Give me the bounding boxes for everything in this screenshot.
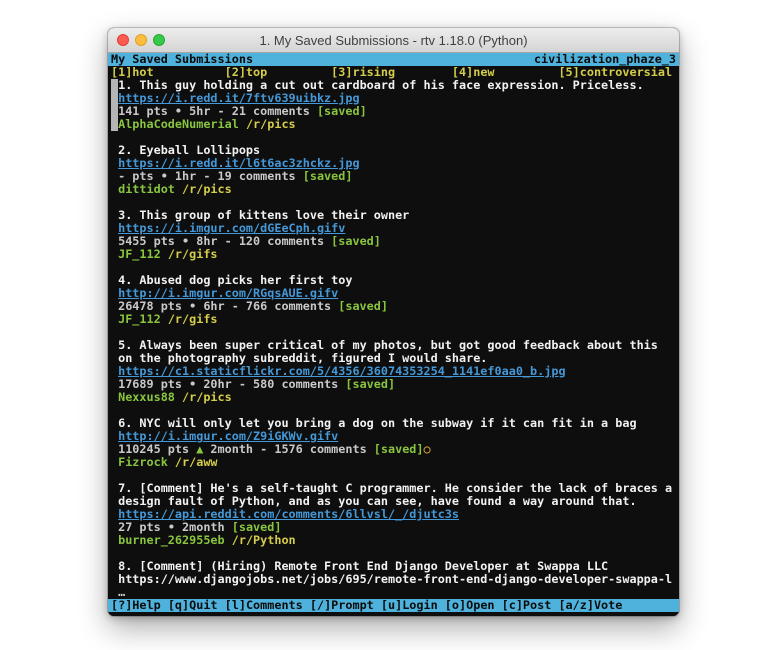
submission-link[interactable]: http://i.imgur.com/Z9iGKWv.gifv: [118, 429, 338, 443]
submission-url-truncated: https://www.djangojobs.net/jobs/695/remo…: [118, 573, 672, 586]
submission-byline: Fizrock/r/aww: [118, 456, 672, 469]
author[interactable]: dittidot: [118, 182, 175, 196]
points: - pts: [118, 169, 154, 183]
submission-byline: JF_112/r/gifs: [118, 313, 672, 326]
author[interactable]: JF_112: [118, 312, 161, 326]
points: 141 pts: [118, 104, 168, 118]
saved-badge: [saved]: [374, 442, 424, 456]
points: 5455 pts: [118, 234, 175, 248]
submission-8[interactable]: 8. [Comment] (Hiring) Remote Front End D…: [111, 560, 672, 599]
author[interactable]: Nexxus88: [118, 390, 175, 404]
traffic-lights: [117, 34, 165, 46]
terminal-window: 1. My Saved Submissions - rtv 1.18.0 (Py…: [108, 28, 679, 616]
upvote-arrow-icon: ▲: [196, 442, 203, 456]
gilded-icon: ○: [424, 442, 431, 456]
submission-byline: AlphaCodeNumerial/r/pics: [118, 118, 672, 131]
window-title: 1. My Saved Submissions - rtv 1.18.0 (Py…: [259, 33, 527, 48]
saved-badge: [saved]: [331, 234, 381, 248]
saved-badge: [saved]: [345, 377, 395, 391]
submission-list: 1. This guy holding a cut out cardboard …: [108, 79, 679, 599]
points: 17689 pts: [118, 377, 182, 391]
subreddit[interactable]: /r/Python: [232, 533, 296, 547]
submission-link[interactable]: https://i.imgur.com/dGEeCph.gifv: [118, 221, 345, 235]
age-comments: 2month - 1576 comments: [210, 442, 366, 456]
separator-icon: •: [168, 520, 175, 534]
age-comments: 6hr - 766 comments: [203, 299, 331, 313]
separator-icon: •: [161, 169, 168, 183]
submission-byline: dittidot/r/pics: [118, 183, 672, 196]
subreddit[interactable]: /r/aww: [175, 455, 218, 469]
submission-link[interactable]: https://c1.staticflickr.com/5/4356/36074…: [118, 364, 565, 378]
saved-badge: [saved]: [338, 299, 388, 313]
submission-1[interactable]: 1. This guy holding a cut out cardboard …: [111, 79, 672, 131]
age-comments: 5hr - 21 comments: [189, 104, 310, 118]
submission-link[interactable]: https://i.redd.it/7ftv639uibkz.jpg: [118, 91, 359, 105]
author[interactable]: Fizrock: [118, 455, 168, 469]
submission-byline: burner_262955eb/r/Python: [118, 534, 672, 547]
saved-badge: [saved]: [317, 104, 367, 118]
submission-title: 5. Always been super critical of my phot…: [118, 339, 672, 365]
author[interactable]: burner_262955eb: [118, 533, 225, 547]
separator-icon: •: [189, 377, 196, 391]
submission-link[interactable]: https://i.redd.it/l6t6ac3zhckz.jpg: [118, 156, 359, 170]
author[interactable]: JF_112: [118, 247, 161, 261]
selection-cursor: [111, 79, 118, 131]
statusbar: [?]Help [q]Quit [l]Comments [/]Prompt [u…: [108, 599, 679, 612]
close-button[interactable]: [117, 34, 129, 46]
submission-6[interactable]: 6. NYC will only let you bring a dog on …: [111, 417, 672, 469]
keybinding-help: [?]Help [q]Quit [l]Comments [/]Prompt [u…: [111, 599, 622, 612]
submission-7[interactable]: 7. [Comment] He's a self-taught C progra…: [111, 482, 672, 547]
age-comments: 1hr - 19 comments: [175, 169, 296, 183]
age-comments: 20hr - 580 comments: [203, 377, 338, 391]
age-comments: 8hr - 120 comments: [196, 234, 324, 248]
minimize-button[interactable]: [135, 34, 147, 46]
points: 110245 pts: [118, 442, 189, 456]
submission-5[interactable]: 5. Always been super critical of my phot…: [111, 339, 672, 404]
saved-badge: [saved]: [303, 169, 353, 183]
submission-title: 7. [Comment] He's a self-taught C progra…: [118, 482, 672, 508]
subreddit[interactable]: /r/pics: [246, 117, 296, 131]
saved-badge: [saved]: [232, 520, 282, 534]
separator-icon: •: [182, 234, 189, 248]
separator-icon: •: [175, 104, 182, 118]
subreddit[interactable]: /r/gifs: [168, 312, 218, 326]
points: 26478 pts: [118, 299, 182, 313]
submission-2[interactable]: 2. Eyeball Lollipops https://i.redd.it/l…: [111, 144, 672, 196]
subreddit[interactable]: /r/pics: [182, 390, 232, 404]
window-titlebar: 1. My Saved Submissions - rtv 1.18.0 (Py…: [108, 28, 679, 53]
submission-byline: Nexxus88/r/pics: [118, 391, 672, 404]
points: 27 pts: [118, 520, 161, 534]
subreddit[interactable]: /r/pics: [182, 182, 232, 196]
subreddit[interactable]: /r/gifs: [168, 247, 218, 261]
submission-byline: JF_112/r/gifs: [118, 248, 672, 261]
submission-3[interactable]: 3. This group of kittens love their owne…: [111, 209, 672, 261]
separator-icon: •: [189, 299, 196, 313]
truncation-ellipsis: …: [118, 586, 672, 599]
submission-link[interactable]: http://i.imgur.com/RGqsAUE.gifv: [118, 286, 338, 300]
submission-url: https://c1.staticflickr.com/5/4356/36074…: [118, 365, 672, 378]
submission-url: http://i.imgur.com/RGqsAUE.gifv: [118, 287, 672, 300]
submission-4[interactable]: 4. Abused dog picks her first toy http:/…: [111, 274, 672, 326]
age-comments: 2month: [182, 520, 225, 534]
author[interactable]: AlphaCodeNumerial: [118, 117, 239, 131]
zoom-button[interactable]: [153, 34, 165, 46]
terminal-screen: My Saved Submissions civilization_phaze_…: [108, 53, 679, 616]
submission-link[interactable]: https://api.reddit.com/comments/6llvsl/_…: [118, 507, 459, 521]
